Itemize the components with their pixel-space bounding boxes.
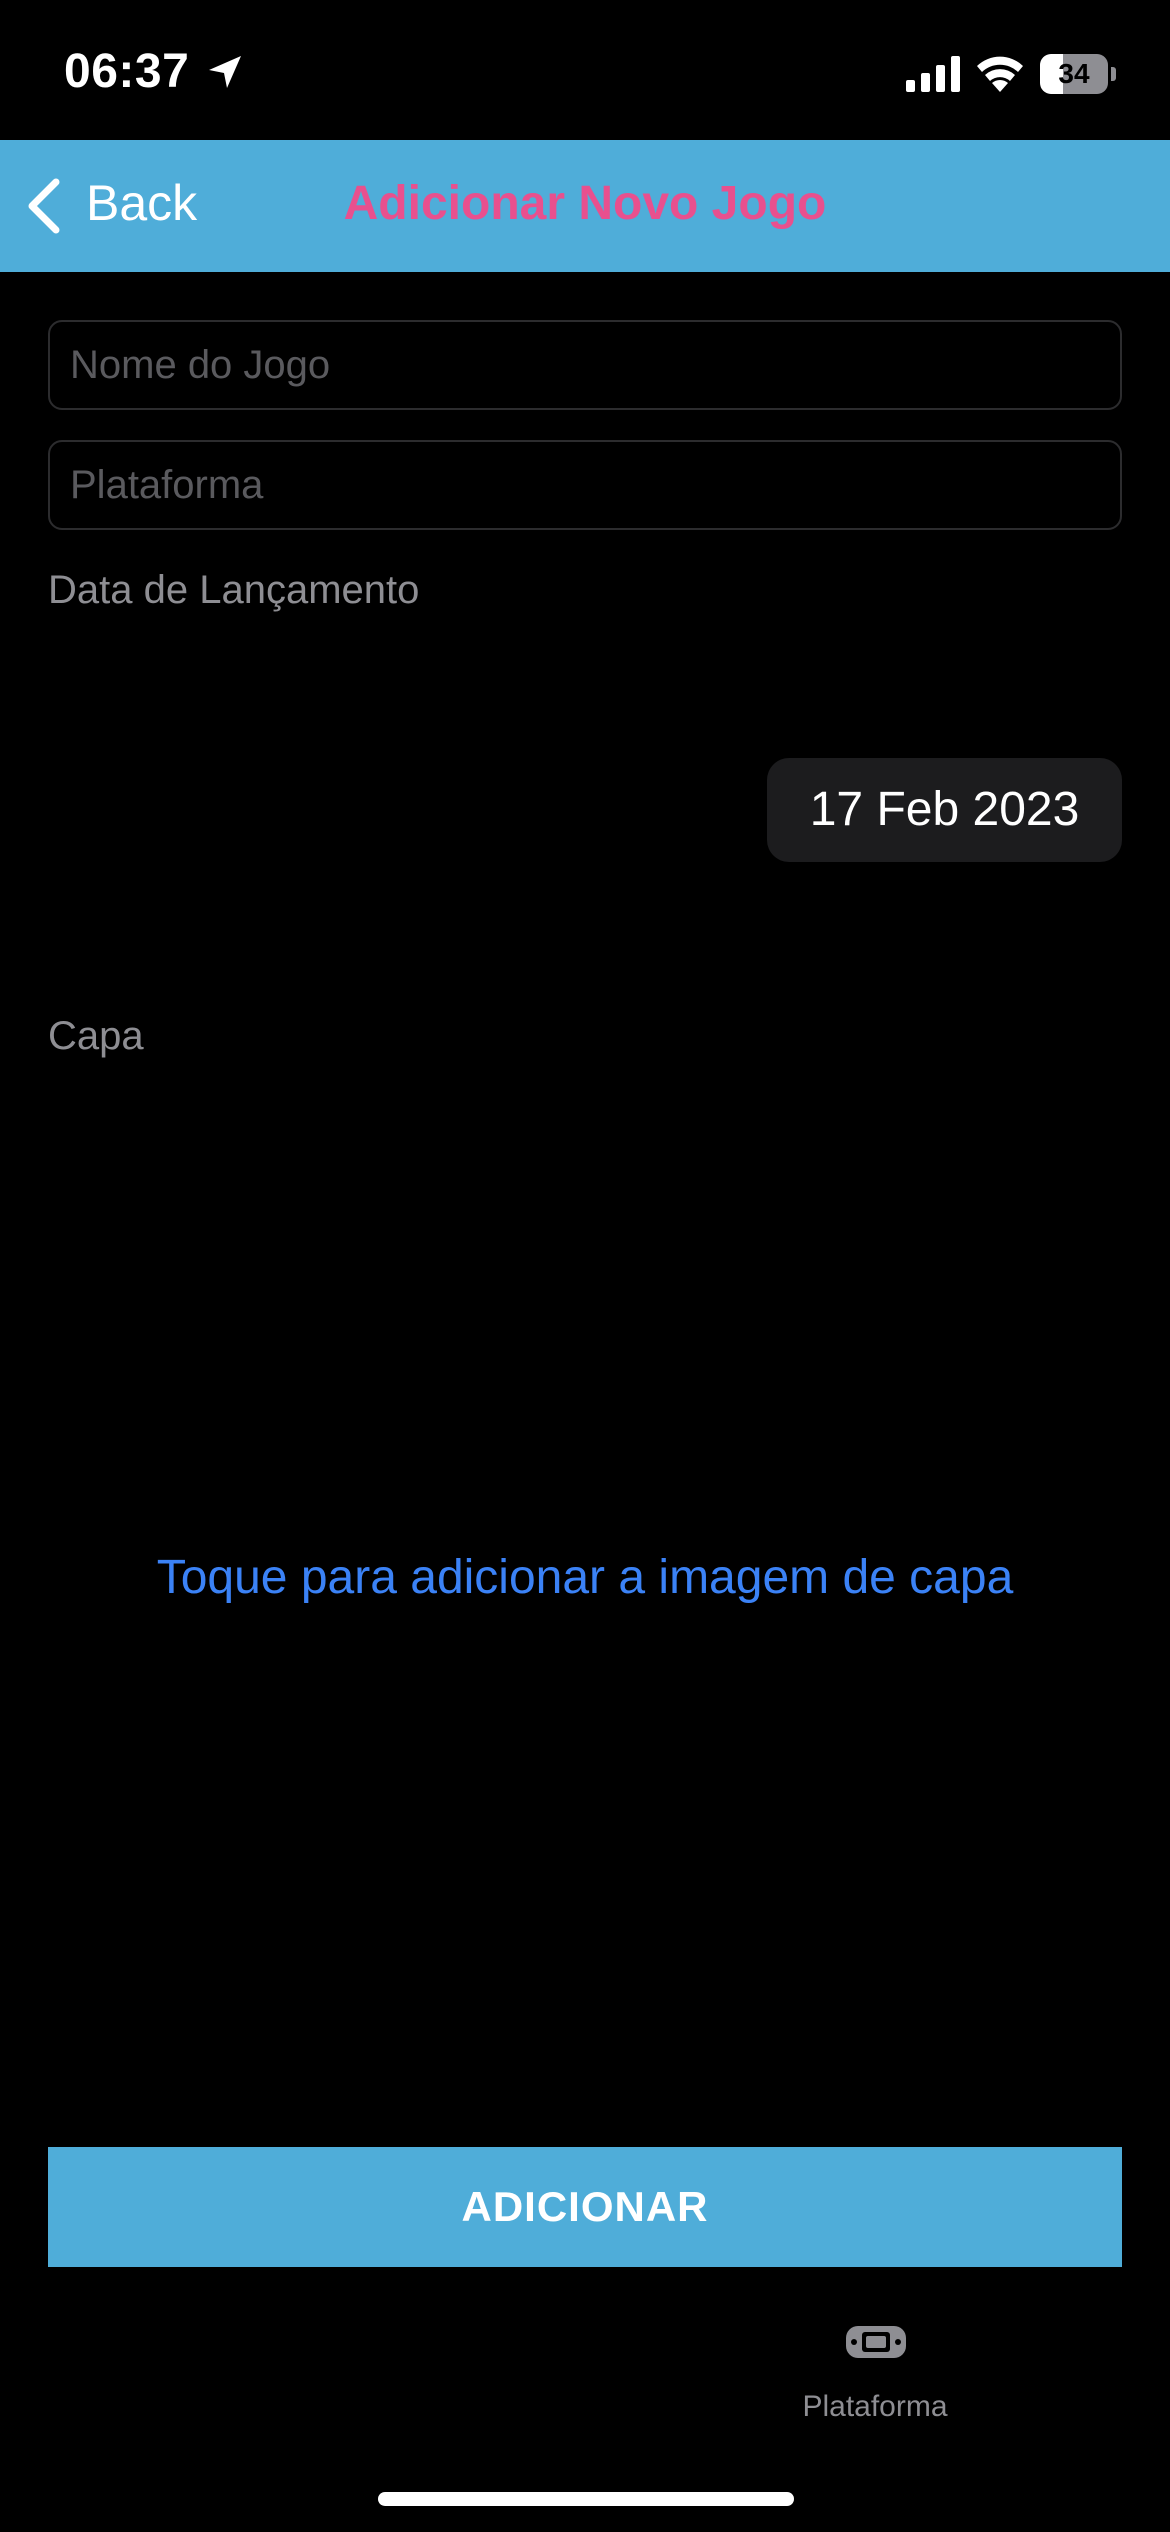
add-button[interactable]: ADICIONAR [48,2147,1122,2267]
cover-image-picker[interactable]: Toque para adicionar a imagem de capa [48,1090,1122,2070]
tab-plataforma[interactable]: Plataforma [780,2310,970,2430]
wifi-icon [977,56,1023,92]
status-time: 06:37 [64,45,190,98]
battery-body: 34 [1040,54,1108,94]
tab-label: Plataforma [802,2390,948,2423]
battery-level: 34 [1058,58,1090,89]
cellular-signal-icon [906,56,960,92]
release-date-picker[interactable]: 17 Feb 2023 [767,758,1122,862]
cover-image-hint: Toque para adicionar a imagem de capa [156,1551,1014,1604]
release-date-label: Data de Lançamento [48,568,420,612]
battery-cap [1111,67,1116,81]
gamepad-icon [846,2326,906,2358]
status-bar: 06:37 34 [0,0,1170,140]
platform-input[interactable] [48,440,1122,530]
screen: 06:37 34 Adicionar Novo Jogo Back Nome d… [0,0,1170,2532]
back-button[interactable]: Back [24,140,214,272]
cover-label: Capa [48,1014,144,1058]
chevron-left-icon [28,178,60,234]
back-label: Back [86,175,198,231]
location-arrow-icon [209,56,241,88]
home-indicator [378,2492,794,2506]
navigation-bar: Adicionar Novo Jogo Back [0,140,1170,272]
game-name-input[interactable] [48,320,1122,410]
battery-icon: 34 [1040,54,1116,94]
